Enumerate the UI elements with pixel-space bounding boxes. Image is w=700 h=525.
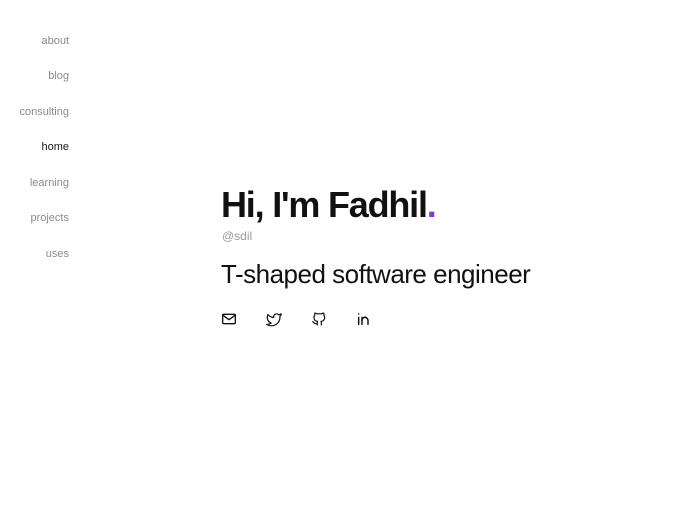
- nav-item-blog[interactable]: blog: [48, 69, 69, 83]
- nav-item-projects[interactable]: projects: [30, 211, 69, 225]
- title-accent-dot: .: [426, 184, 437, 225]
- twitter-icon: [266, 313, 282, 327]
- mail-icon: [222, 313, 236, 325]
- nav-item-consulting[interactable]: consulting: [19, 105, 69, 119]
- nav-item-home[interactable]: home: [41, 140, 69, 154]
- title-text: Hi, I'm Fadhil: [221, 184, 428, 225]
- nav-item-about[interactable]: about: [41, 34, 69, 48]
- linkedin-icon: [357, 313, 369, 326]
- twitter-link[interactable]: [266, 311, 282, 327]
- subtitle: T-shaped software engineer: [221, 259, 531, 289]
- social-links: [221, 311, 372, 327]
- github-link[interactable]: [311, 311, 327, 327]
- linkedin-link[interactable]: [356, 311, 372, 327]
- hero-section: Hi, I'm Fadhil. @sdil T-shaped software …: [221, 183, 531, 327]
- nav-item-uses[interactable]: uses: [46, 247, 69, 261]
- page: about blog consulting home learning proj…: [0, 0, 700, 525]
- page-title: Hi, I'm Fadhil.: [221, 183, 437, 227]
- github-icon: [312, 312, 326, 326]
- nav-item-learning[interactable]: learning: [30, 176, 69, 190]
- user-handle: @sdil: [222, 229, 253, 243]
- mail-link[interactable]: [221, 311, 237, 327]
